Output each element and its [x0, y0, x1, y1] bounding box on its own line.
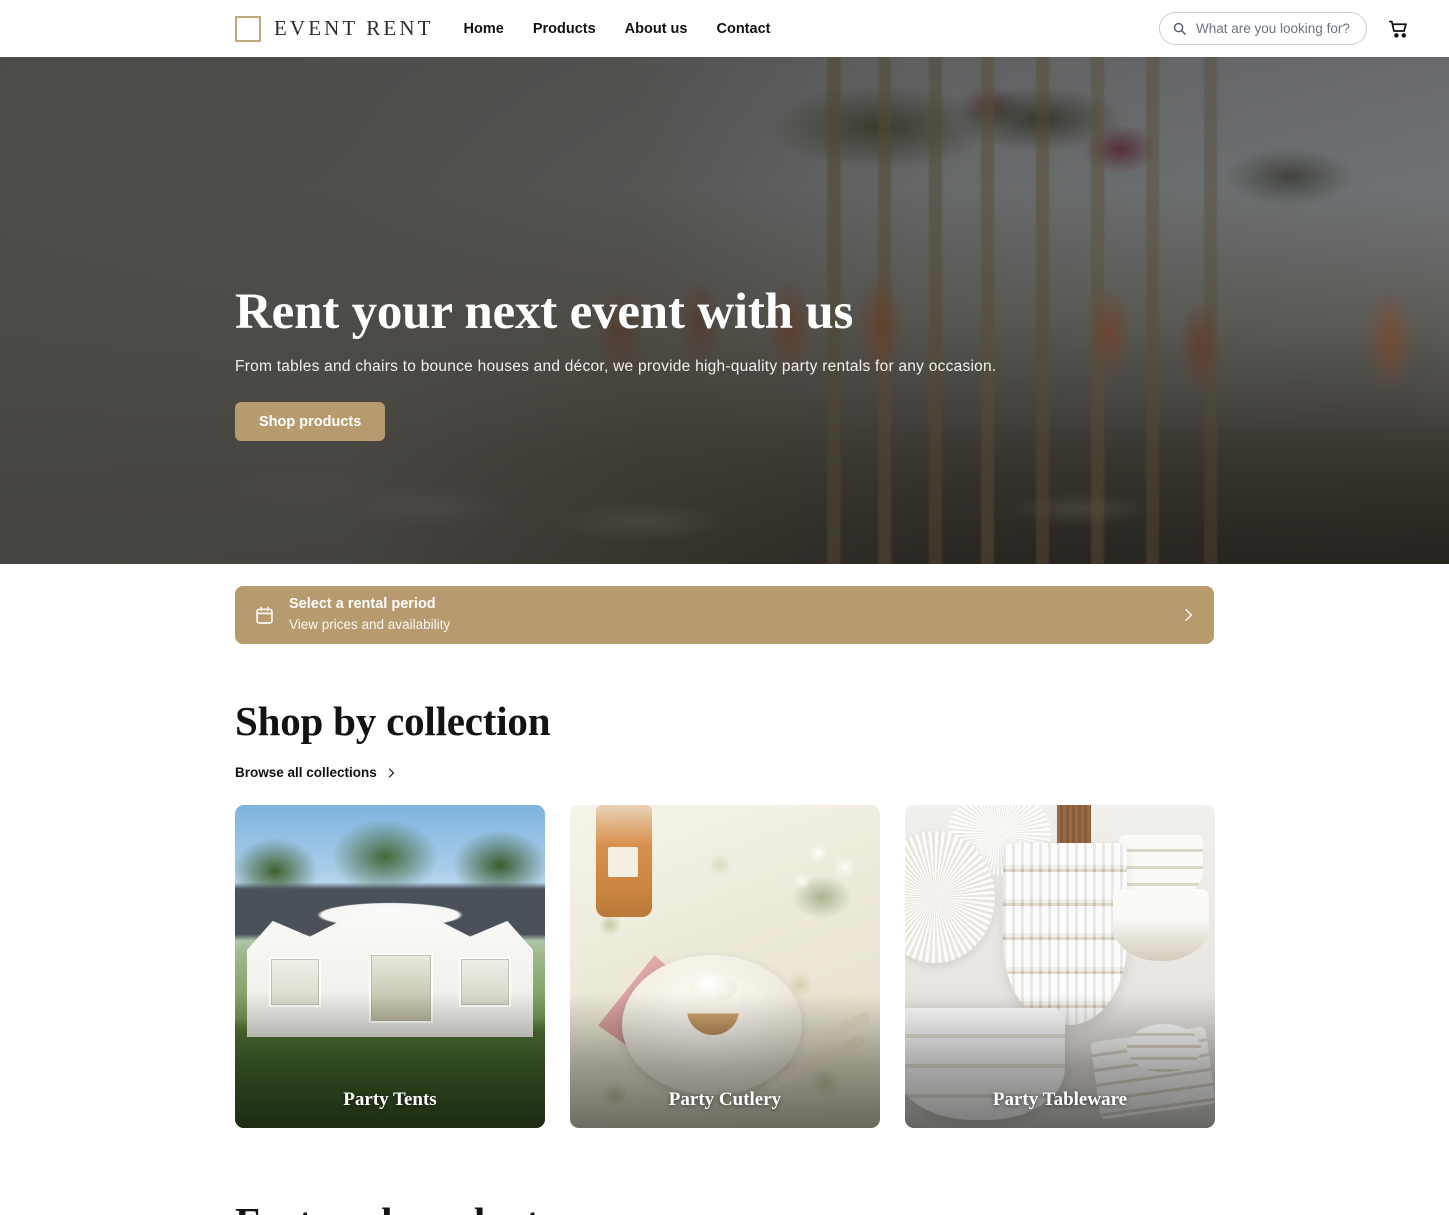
collection-card-party-tableware[interactable]: Party Tableware [905, 805, 1215, 1128]
page-content: Select a rental period View prices and a… [0, 586, 1449, 1215]
main-nav: Home Products About us Contact [464, 21, 771, 37]
nav-item-products[interactable]: Products [533, 21, 596, 37]
brand-logo[interactable]: EVENT RENT [235, 15, 434, 42]
cart-button[interactable] [1385, 15, 1413, 43]
select-rental-period-banner[interactable]: Select a rental period View prices and a… [235, 586, 1214, 644]
collection-card-party-tents[interactable]: Party Tents [235, 805, 545, 1128]
collection-card-label: Party Tents [343, 1089, 437, 1110]
bowl-stack-shape [1119, 835, 1203, 897]
nav-item-home[interactable]: Home [464, 21, 504, 37]
chevron-right-icon [1185, 609, 1192, 621]
collection-card-label: Party Cutlery [668, 1089, 782, 1110]
browse-all-collections-link[interactable]: Browse all collections [235, 765, 397, 780]
collection-card-party-cutlery[interactable]: Party Cutlery [570, 805, 880, 1128]
bowl-shape [1113, 889, 1209, 961]
search-box[interactable] [1159, 12, 1367, 45]
browse-all-collections-label: Browse all collections [235, 765, 377, 780]
rental-banner-chevron[interactable] [1180, 607, 1196, 623]
site-header: EVENT RENT Home Products About us Contac… [0, 0, 1449, 57]
wine-bottle-shape [596, 805, 652, 917]
calendar-icon-wrap [251, 605, 277, 626]
search-input[interactable] [1196, 21, 1354, 36]
shop-products-button[interactable]: Shop products [235, 402, 386, 442]
header-actions [1159, 12, 1413, 45]
rental-banner-text: Select a rental period View prices and a… [289, 595, 450, 634]
featured-heading: Featured products [235, 1198, 1214, 1215]
collections-heading: Shop by collection [235, 698, 551, 744]
collection-card-label: Party Tableware [992, 1089, 1128, 1110]
nav-item-contact[interactable]: Contact [716, 21, 770, 37]
hero-content: Rent your next event with us From tables… [235, 284, 1135, 442]
hero-subtitle: From tables and chairs to bounce houses … [235, 358, 997, 376]
featured-products-section: Featured products [235, 1128, 1214, 1215]
rental-banner-description: View prices and availability [289, 617, 451, 632]
shopping-cart-icon [1388, 20, 1407, 38]
shop-by-collection-section: Shop by collection Browse all collection… [235, 644, 1215, 1128]
brand-name: EVENT RENT [274, 16, 434, 40]
search-icon [1173, 22, 1186, 35]
nav-item-about-us[interactable]: About us [625, 21, 688, 37]
calendar-icon [255, 606, 273, 624]
hero-section: Rent your next event with us From tables… [0, 57, 1449, 564]
collection-cards: Party Tents Party Cutlery Party Tablewar… [235, 805, 1215, 1128]
rental-banner-title: Select a rental period [289, 596, 436, 613]
chevron-right-icon [388, 767, 394, 778]
square-logo-icon [235, 15, 261, 42]
hero-title: Rent your next event with us [235, 284, 854, 340]
